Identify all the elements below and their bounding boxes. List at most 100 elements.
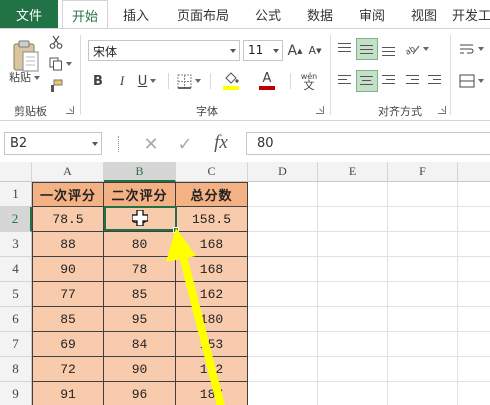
row-header[interactable]: 4 [0, 257, 32, 282]
empty-cell[interactable] [248, 307, 318, 332]
header-cell[interactable]: 二次评分 [104, 182, 176, 207]
confirm-edit-button[interactable]: ✓ [172, 132, 198, 156]
data-cell[interactable]: 85 [32, 307, 104, 332]
alignment-launcher-icon[interactable] [438, 106, 446, 114]
column-header-c[interactable]: C [176, 162, 248, 182]
increase-indent-button[interactable] [424, 70, 446, 92]
empty-cell[interactable] [458, 307, 490, 332]
select-all-corner[interactable] [0, 162, 32, 182]
insert-function-button[interactable]: fx [206, 131, 236, 155]
tab-developer[interactable]: 开发工 [452, 0, 490, 28]
header-cell[interactable]: 总分数 [176, 182, 248, 207]
align-bottom-button[interactable] [378, 38, 400, 60]
empty-cell[interactable] [388, 332, 458, 357]
tab-data[interactable]: 数据 [298, 0, 342, 28]
format-painter-button[interactable] [47, 77, 65, 95]
empty-cell[interactable] [318, 382, 388, 405]
row-header[interactable]: 1 [0, 182, 32, 207]
row-header[interactable]: 7 [0, 332, 32, 357]
tab-insert[interactable]: 插入 [114, 0, 158, 28]
empty-cell[interactable] [388, 232, 458, 257]
empty-cell[interactable] [248, 282, 318, 307]
empty-cell[interactable] [458, 282, 490, 307]
tab-home[interactable]: 开始 [62, 0, 108, 29]
bold-button[interactable]: B [88, 70, 108, 92]
empty-cell[interactable] [388, 207, 458, 232]
align-center-button[interactable] [356, 70, 378, 92]
font-launcher-icon[interactable] [316, 106, 324, 114]
merge-center-button[interactable] [456, 70, 486, 92]
empty-cell[interactable] [388, 182, 458, 207]
row-header[interactable]: 3 [0, 232, 32, 257]
empty-cell[interactable] [248, 382, 318, 405]
empty-cell[interactable] [388, 257, 458, 282]
empty-cell[interactable] [458, 182, 490, 207]
align-left-button[interactable] [334, 70, 356, 92]
row-header[interactable]: 2 [0, 207, 32, 232]
tab-view[interactable]: 视图 [402, 0, 446, 28]
empty-cell[interactable] [388, 357, 458, 382]
empty-cell[interactable] [318, 182, 388, 207]
empty-cell[interactable] [388, 382, 458, 405]
empty-cell[interactable] [248, 357, 318, 382]
empty-cell[interactable] [458, 257, 490, 282]
column-header-d[interactable]: D [248, 162, 318, 182]
font-size-select[interactable]: 11 [243, 40, 283, 61]
header-cell[interactable]: 一次评分 [32, 182, 104, 207]
empty-cell[interactable] [318, 357, 388, 382]
phonetic-guide-button[interactable]: wén 文 [294, 67, 324, 95]
empty-cell[interactable] [248, 207, 318, 232]
row-header[interactable]: 5 [0, 282, 32, 307]
borders-button[interactable] [174, 70, 204, 92]
empty-cell[interactable] [318, 282, 388, 307]
cancel-edit-button[interactable]: ✕ [138, 132, 164, 156]
clipboard-launcher-icon[interactable] [66, 106, 74, 114]
tab-file[interactable]: 文件 [0, 0, 58, 28]
data-cell[interactable]: 72 [32, 357, 104, 382]
data-cell[interactable]: 90 [32, 257, 104, 282]
column-header-g[interactable] [458, 162, 490, 182]
font-color-button[interactable]: A [252, 68, 282, 94]
name-box[interactable]: B2 [4, 132, 102, 155]
font-name-select[interactable]: 宋体 [88, 40, 240, 61]
column-header-b[interactable]: B [104, 162, 176, 182]
data-cell[interactable]: 69 [32, 332, 104, 357]
empty-cell[interactable] [458, 357, 490, 382]
empty-cell[interactable] [318, 307, 388, 332]
wrap-text-button[interactable] [456, 38, 486, 60]
empty-cell[interactable] [248, 182, 318, 207]
empty-cell[interactable] [318, 207, 388, 232]
formula-input[interactable]: 80 [246, 132, 490, 155]
data-cell[interactable]: 78.5 [32, 207, 104, 232]
data-cell[interactable]: 91 [32, 382, 104, 405]
orientation-button[interactable]: ab [402, 38, 430, 60]
empty-cell[interactable] [248, 232, 318, 257]
row-header[interactable]: 8 [0, 357, 32, 382]
data-cell[interactable]: 77 [32, 282, 104, 307]
decrease-indent-button[interactable] [402, 70, 424, 92]
empty-cell[interactable] [248, 257, 318, 282]
column-header-f[interactable]: F [388, 162, 458, 182]
empty-cell[interactable] [458, 332, 490, 357]
decrease-font-button[interactable]: A ▼ [306, 40, 324, 61]
column-header-e[interactable]: E [318, 162, 388, 182]
tab-review[interactable]: 审阅 [350, 0, 394, 28]
cut-button[interactable] [47, 33, 65, 51]
empty-cell[interactable] [318, 232, 388, 257]
align-right-button[interactable] [378, 70, 400, 92]
empty-cell[interactable] [458, 382, 490, 405]
underline-button[interactable]: U [134, 70, 160, 92]
empty-cell[interactable] [388, 282, 458, 307]
align-top-button[interactable] [334, 38, 356, 60]
empty-cell[interactable] [388, 307, 458, 332]
column-header-a[interactable]: A [32, 162, 104, 182]
increase-font-button[interactable]: A ▲ [286, 40, 304, 61]
data-cell[interactable]: 88 [32, 232, 104, 257]
row-header[interactable]: 9 [0, 382, 32, 405]
copy-button[interactable] [47, 55, 73, 73]
row-header[interactable]: 6 [0, 307, 32, 332]
tab-formulas[interactable]: 公式 [246, 0, 290, 28]
italic-button[interactable]: I [112, 70, 132, 92]
empty-cell[interactable] [318, 332, 388, 357]
align-middle-button[interactable] [356, 38, 378, 60]
